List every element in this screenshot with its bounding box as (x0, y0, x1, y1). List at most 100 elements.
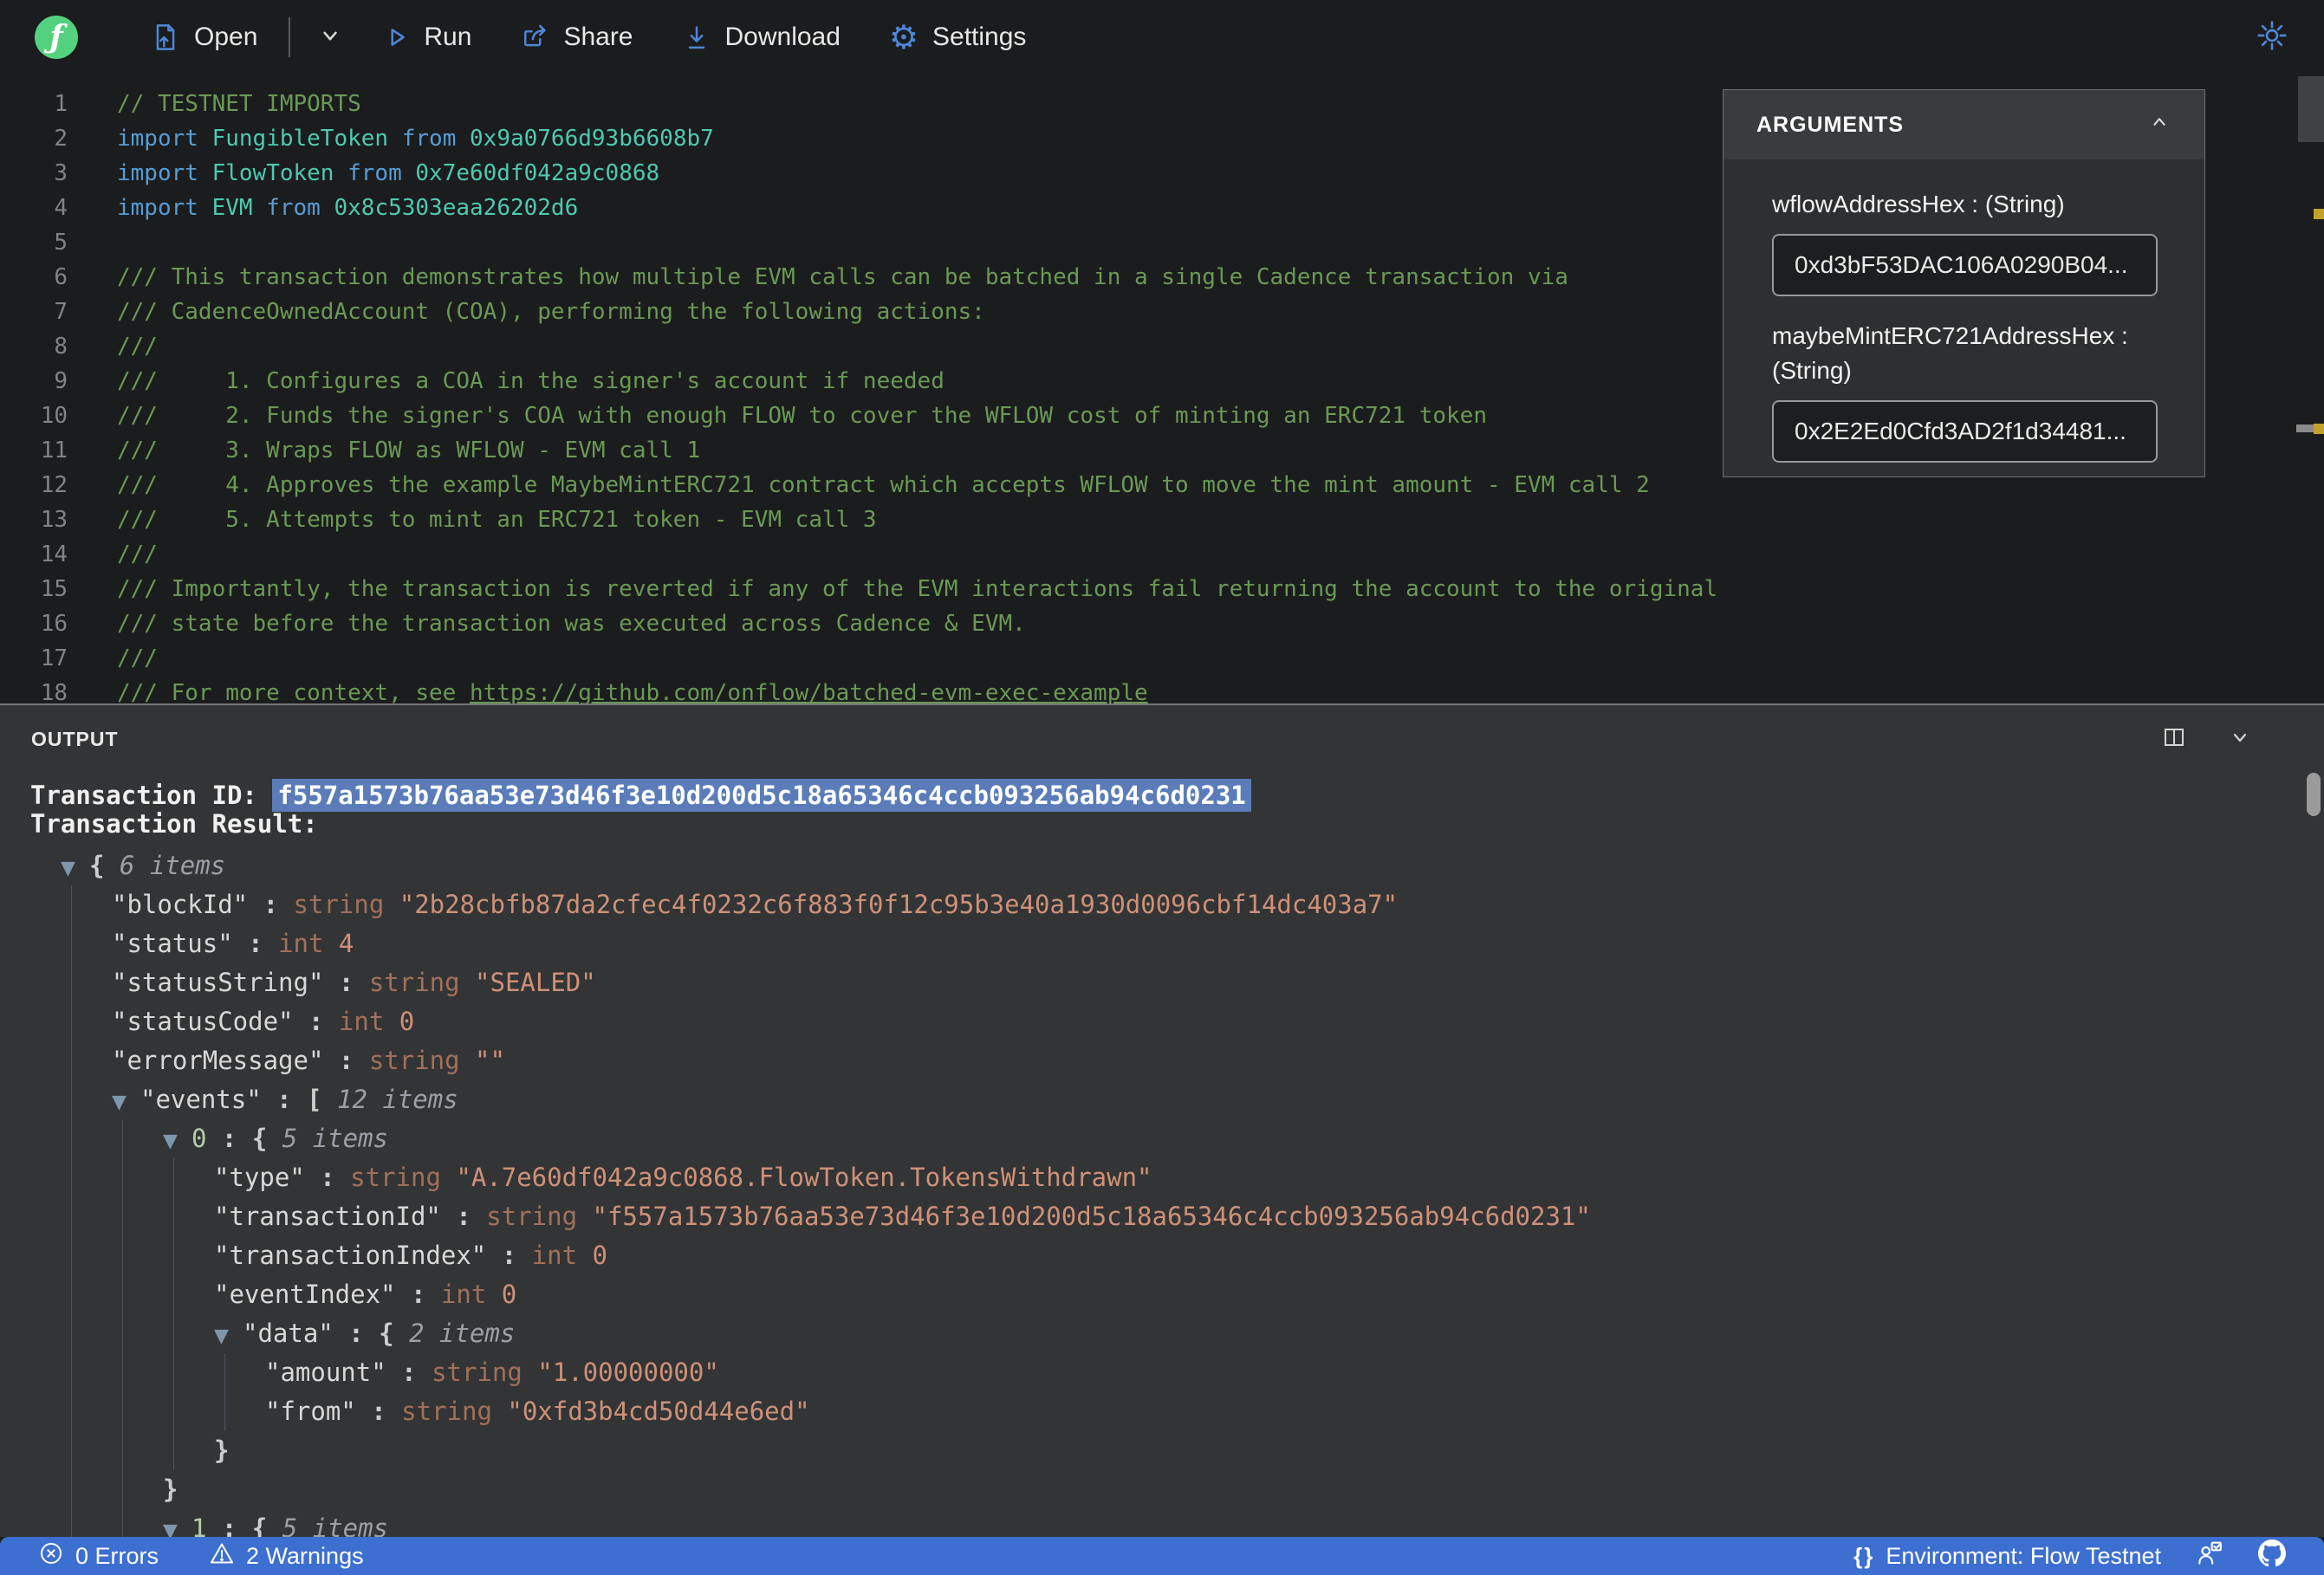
editor-scrollbar-thumb[interactable] (2298, 76, 2324, 142)
code-token: /// This transaction demonstrates how mu… (117, 264, 1568, 290)
transaction-result-label: Transaction Result: (30, 809, 318, 839)
code-link[interactable]: https://github.com/onflow/batched-evm-ex… (470, 680, 1148, 703)
download-icon (682, 23, 711, 52)
output-panel: OUTPUT Transaction ID: f557a1573b76aa53e… (0, 703, 2324, 1537)
json-tree-row: } (30, 1470, 2324, 1509)
json-tree-row: ▼{ 6 items (30, 846, 2324, 885)
code-line-content: /// 1. Configures a COA in the signer's … (68, 364, 945, 399)
output-scrollbar-thumb[interactable] (2307, 773, 2321, 816)
json-token: int (278, 929, 339, 958)
github-icon[interactable] (2258, 1539, 2286, 1573)
json-token: 0 (192, 1124, 207, 1153)
json-token: string (368, 968, 476, 997)
transaction-id-label: Transaction ID: (30, 781, 273, 810)
json-token: "errorMessage" (112, 1046, 324, 1075)
json-token: : [ (261, 1085, 337, 1114)
indent-guide (173, 1197, 174, 1236)
code-token: from (401, 126, 457, 152)
code-token: FlowToken (198, 160, 348, 186)
output-header: OUTPUT (0, 705, 2324, 757)
settings-label: Settings (932, 23, 1027, 51)
run-button[interactable]: Run (382, 23, 471, 52)
indent-guide (71, 1080, 72, 1119)
settings-button[interactable]: ⚙ Settings (889, 21, 1027, 54)
json-tree-row: "transactionId" : string "f557a1573b76aa… (30, 1197, 2324, 1236)
code-line-content: /// 3. Wraps FLOW as WFLOW - EVM call 1 (68, 433, 700, 468)
flow-playground-app: ƒ Open Run Share Download ⚙ Settings 1 /… (0, 0, 2324, 1575)
json-token: 5 items (282, 1513, 388, 1537)
chevron-down-icon (316, 22, 344, 54)
json-token: : { (206, 1513, 282, 1537)
json-tree-row: "status" : int 4 (30, 924, 2324, 963)
json-token: 5 items (282, 1124, 388, 1153)
json-tree-row: "statusCode" : int 0 (30, 1002, 2324, 1041)
indent-guide (71, 1197, 72, 1236)
json-token: string (401, 1397, 508, 1426)
json-token: "statusCode" (112, 1007, 294, 1036)
json-token: "status" (112, 929, 233, 958)
errors-indicator[interactable]: 0 Errors (38, 1540, 159, 1572)
json-token: { (89, 851, 120, 880)
line-number: 10 (40, 403, 68, 429)
indent-guide (122, 1431, 123, 1470)
json-token: string (368, 1046, 476, 1075)
json-tree-row: "statusString" : string "SEALED" (30, 963, 2324, 1002)
indent-guide (173, 1158, 174, 1197)
json-token: 1 (192, 1513, 207, 1537)
code-token: /// state before the transaction was exe… (117, 611, 1026, 637)
indent-guide (173, 1236, 174, 1275)
chevron-up-icon[interactable] (2147, 110, 2171, 140)
json-token: "from" (265, 1397, 356, 1426)
json-tree-row: ▼ "data" : { 2 items (30, 1314, 2324, 1353)
status-bar: 0 Errors 2 Warnings {} Environment: Flow… (0, 1537, 2324, 1575)
indent-guide (71, 1470, 72, 1509)
json-token: 0 (501, 1280, 517, 1309)
feedback-icon[interactable] (2196, 1539, 2223, 1573)
code-token: /// (117, 645, 158, 671)
output-body: Transaction ID: f557a1573b76aa53e73d46f3… (0, 757, 2324, 1537)
argument-input-wflow[interactable] (1772, 234, 2158, 296)
environment-indicator[interactable]: {} Environment: Flow Testnet (1853, 1543, 2161, 1570)
download-button[interactable]: Download (682, 23, 841, 52)
warnings-indicator[interactable]: 2 Warnings (209, 1540, 364, 1572)
code-token: /// 3. Wraps FLOW as WFLOW - EVM call 1 (117, 438, 701, 463)
error-circle-icon (38, 1540, 64, 1572)
code-line-content: import FungibleToken from 0x9a0766d93b66… (68, 121, 714, 156)
code-line-content: /// (68, 641, 158, 676)
code-token: from (347, 160, 402, 186)
json-tree-row: } (30, 1431, 2324, 1470)
code-token: import (117, 160, 198, 186)
code-line: 18/// For more context, see https://gith… (0, 676, 2324, 703)
share-button[interactable]: Share (520, 23, 633, 52)
argument-label-wflow: wflowAddressHex : (String) (1772, 191, 2065, 217)
expander-triangle-icon[interactable]: ▼ (163, 1122, 192, 1161)
run-play-icon (382, 23, 410, 51)
argument-input-erc721[interactable] (1772, 400, 2158, 463)
json-tree-row: "blockId" : string "2b28cbfb87da2cfec4f0… (30, 885, 2324, 924)
json-token: "" (475, 1046, 505, 1075)
json-token: int (531, 1241, 593, 1270)
expander-triangle-icon[interactable]: ▼ (214, 1317, 243, 1356)
indent-guide (71, 963, 72, 1002)
line-number: 4 (54, 195, 68, 221)
expander-triangle-icon[interactable]: ▼ (112, 1083, 140, 1122)
code-token: import (117, 195, 198, 221)
theme-toggle-sun-icon[interactable] (2255, 18, 2289, 57)
flow-logo[interactable]: ƒ (35, 16, 78, 59)
open-dropdown-button[interactable] (316, 22, 344, 54)
code-line-content: /// 5. Attempts to mint an ERC721 token … (68, 502, 877, 537)
json-token: 12 items (337, 1085, 458, 1114)
code-line: 15 /// Importantly, the transaction is re… (0, 572, 2324, 606)
expander-triangle-icon[interactable]: ▼ (61, 849, 89, 888)
code-token: EVM (198, 195, 267, 221)
split-editor-icon[interactable] (2161, 724, 2187, 754)
collapse-output-chevron-icon[interactable] (2227, 724, 2253, 754)
transaction-id-value[interactable]: f557a1573b76aa53e73d46f3e10d200d5c18a653… (272, 779, 1251, 812)
indent-guide (71, 1236, 72, 1275)
expander-triangle-icon[interactable]: ▼ (163, 1512, 192, 1537)
code-token: /// (117, 541, 158, 567)
arguments-header[interactable]: ARGUMENTS (1724, 90, 2204, 159)
open-button[interactable]: Open (151, 23, 257, 52)
json-token: "A.7e60df042a9c0868.FlowToken.TokensWith… (456, 1163, 1152, 1192)
code-line-content: /// Importantly, the transaction is reve… (68, 572, 1717, 606)
